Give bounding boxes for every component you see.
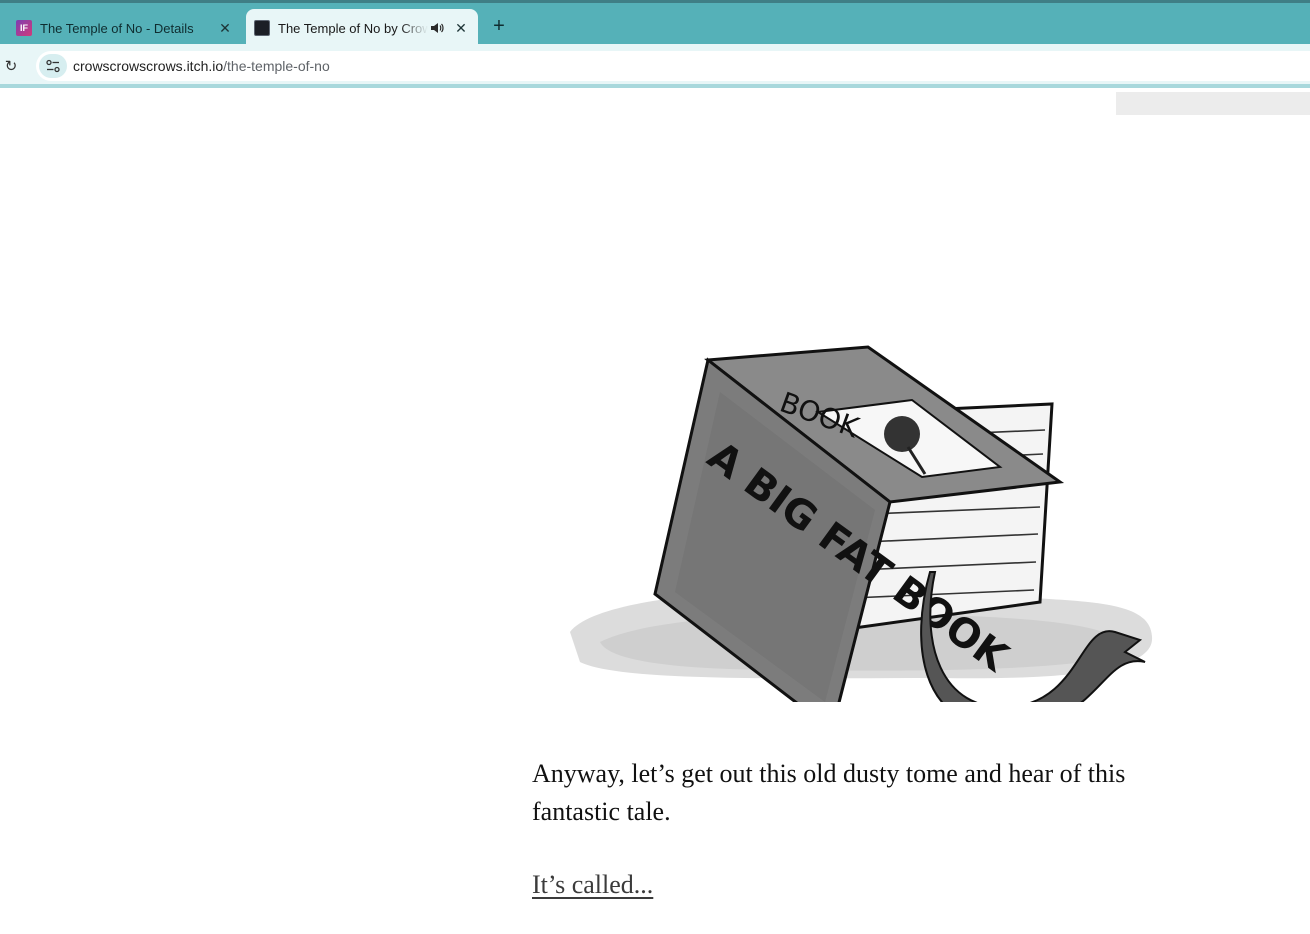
- page-content: BOOK A BIG FAT BOOK Anyway, let’s get ou…: [0, 92, 1310, 934]
- url-path: /the-temple-of-no: [223, 58, 330, 74]
- ifdb-favicon-icon: IF: [16, 20, 32, 36]
- page-corner-panel: [1116, 92, 1310, 115]
- address-bar[interactable]: crowscrowscrows.itch.io/the-temple-of-no: [36, 51, 1310, 81]
- story-paragraph: Anyway, let’s get out this old dusty tom…: [532, 759, 1126, 826]
- speaker-icon[interactable]: [428, 19, 446, 37]
- tab-strip: IF The Temple of No - Details ✕ The Temp…: [0, 0, 1310, 47]
- new-tab-button[interactable]: +: [486, 13, 512, 39]
- close-icon[interactable]: ✕: [214, 17, 236, 39]
- url-domain: crowscrowscrows.itch.io: [73, 58, 224, 74]
- continue-link[interactable]: It’s called...: [532, 870, 653, 900]
- close-icon[interactable]: ✕: [450, 17, 472, 39]
- big-fat-book-illustration: BOOK A BIG FAT BOOK: [570, 345, 1153, 702]
- site-settings-icon[interactable]: [39, 54, 67, 78]
- reload-icon[interactable]: ↻: [0, 54, 22, 78]
- tab-title: The Temple of No - Details: [40, 20, 194, 36]
- url-text[interactable]: crowscrowscrows.itch.io/the-temple-of-no: [73, 58, 330, 74]
- tab-details[interactable]: IF The Temple of No - Details ✕: [6, 9, 242, 47]
- tab-temple-of-no[interactable]: The Temple of No by Crows Crows Crows ✕: [246, 9, 478, 47]
- game-favicon-icon: [254, 20, 270, 36]
- tab-title: The Temple of No by Crows Crows Crows: [278, 20, 428, 36]
- browser-toolbar: ↻ crowscrowscrows.itch.io/the-temple-of-…: [0, 44, 1310, 88]
